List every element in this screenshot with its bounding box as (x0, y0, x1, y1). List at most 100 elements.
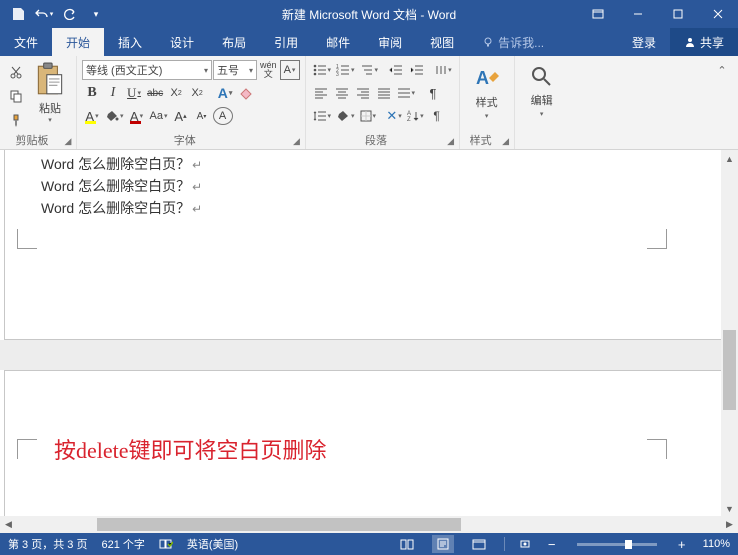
language-indicator[interactable]: 英语(美国) (187, 536, 238, 552)
grow-font-button[interactable]: A▴ (171, 106, 191, 126)
borders-button[interactable] (358, 106, 379, 126)
scroll-right-button[interactable]: ▶ (721, 516, 738, 533)
change-case-button[interactable]: Aa (148, 106, 170, 126)
reveal-formatting-button[interactable]: ¶ (427, 106, 447, 126)
spell-check-status[interactable] (159, 538, 173, 550)
text-effects-button[interactable]: A (215, 83, 235, 103)
increase-indent-button[interactable] (407, 60, 427, 80)
char-border-button[interactable]: A (280, 60, 300, 80)
tab-view[interactable]: 视图 (416, 28, 468, 56)
login-button[interactable]: 登录 (618, 28, 670, 56)
close-button[interactable] (698, 0, 738, 28)
svg-text:Z: Z (407, 117, 411, 122)
tab-review[interactable]: 审阅 (364, 28, 416, 56)
text-direction-button[interactable] (433, 60, 454, 80)
find-icon (529, 64, 555, 90)
scroll-up-button[interactable]: ▲ (721, 150, 738, 167)
save-button[interactable] (6, 2, 30, 26)
word-count[interactable]: 621 个字 (101, 536, 144, 552)
font-color-button[interactable]: A (127, 106, 147, 126)
editing-label: 编辑 (531, 92, 553, 108)
tab-mailings[interactable]: 邮件 (312, 28, 364, 56)
hscroll-track[interactable] (17, 516, 721, 533)
decrease-indent-button[interactable] (386, 60, 406, 80)
shading-button[interactable] (334, 106, 357, 126)
align-center-button[interactable] (332, 83, 352, 103)
read-mode-button[interactable] (396, 535, 418, 553)
sort-button[interactable]: AZ (405, 106, 426, 126)
align-left-button[interactable] (311, 83, 331, 103)
clipboard-dialog-launcher[interactable]: ◢ (62, 135, 74, 147)
outdent-icon (389, 64, 403, 76)
save-icon (11, 7, 25, 21)
scroll-down-button[interactable]: ▼ (721, 500, 738, 517)
doc-line-3[interactable]: Word 怎么删除空白页？↵ (41, 198, 202, 218)
tell-me-search[interactable]: 告诉我... (468, 28, 558, 56)
paste-button[interactable]: 粘贴 ▾ (29, 60, 71, 135)
subscript-button[interactable]: X2 (166, 83, 186, 103)
font-dialog-launcher[interactable]: ◢ (291, 135, 303, 147)
show-marks-button[interactable]: ¶ (423, 83, 443, 103)
tab-references[interactable]: 引用 (260, 28, 312, 56)
minimize-button[interactable] (618, 0, 658, 28)
cut-button[interactable] (5, 62, 27, 82)
zoom-in-button[interactable]: + (675, 537, 689, 552)
char-shading-button[interactable] (103, 106, 126, 126)
tab-layout[interactable]: 布局 (208, 28, 260, 56)
scroll-left-button[interactable]: ◀ (0, 516, 17, 533)
copy-button[interactable] (5, 86, 27, 106)
ribbon-display-options[interactable] (578, 0, 618, 28)
multilevel-list-button[interactable] (358, 60, 381, 80)
maximize-button[interactable] (658, 0, 698, 28)
format-painter-button[interactable] (5, 110, 27, 130)
asian-layout-button[interactable]: ✕ (384, 106, 404, 126)
styles-dialog-launcher[interactable]: ◢ (500, 135, 512, 147)
tab-design[interactable]: 设计 (156, 28, 208, 56)
italic-button[interactable]: I (103, 83, 123, 103)
horizontal-scroll-thumb[interactable] (97, 518, 461, 531)
horizontal-scrollbar[interactable]: ◀ ▶ (0, 516, 738, 533)
print-layout-button[interactable] (432, 535, 454, 553)
editing-button[interactable]: 编辑 ▾ (520, 60, 564, 135)
zoom-level[interactable]: 110% (703, 538, 730, 550)
phonetic-guide-button[interactable]: wén文 (258, 60, 279, 80)
underline-button[interactable]: U (124, 83, 144, 103)
zoom-out-button[interactable]: − (545, 537, 559, 552)
tab-insert[interactable]: 插入 (104, 28, 156, 56)
font-name-combo[interactable]: 等线 (西文正文)▾ (82, 60, 212, 80)
bullets-button[interactable] (311, 60, 334, 80)
macro-record-button[interactable] (519, 538, 531, 550)
shrink-font-button[interactable]: A▾ (192, 106, 212, 126)
distribute-button[interactable] (395, 83, 418, 103)
align-right-button[interactable] (353, 83, 373, 103)
doc-line-1[interactable]: Word 怎么删除空白页？↵ (41, 154, 202, 174)
tab-home[interactable]: 开始 (52, 28, 104, 56)
qat-customize[interactable]: ▾ (84, 2, 108, 26)
vertical-scrollbar[interactable]: ▲ ▼ (721, 150, 738, 517)
tab-file[interactable]: 文件 (0, 28, 52, 56)
styles-button[interactable]: A 样式 ▾ (465, 60, 509, 135)
undo-button[interactable]: ▾ (32, 2, 56, 26)
redo-button[interactable] (58, 2, 82, 26)
document-area[interactable]: Word 怎么删除空白页？↵ Word 怎么删除空白页？↵ Word 怎么删除空… (0, 150, 738, 533)
web-layout-button[interactable] (468, 535, 490, 553)
paragraph-dialog-launcher[interactable]: ◢ (445, 135, 457, 147)
bold-button[interactable]: B (82, 83, 102, 103)
enclose-char-button[interactable]: A (213, 107, 233, 125)
page-1-bottom[interactable]: Word 怎么删除空白页？↵ Word 怎么删除空白页？↵ Word 怎么删除空… (4, 150, 738, 340)
collapse-ribbon-button[interactable]: ⌃ (712, 60, 732, 80)
doc-line-2[interactable]: Word 怎么删除空白页？↵ (41, 176, 202, 196)
page-indicator[interactable]: 第 3 页，共 3 页 (8, 536, 87, 552)
share-button[interactable]: 共享 (670, 28, 738, 56)
clear-format-button[interactable] (236, 83, 256, 103)
font-size-combo[interactable]: 五号▾ (213, 60, 257, 80)
zoom-slider-thumb[interactable] (625, 540, 632, 549)
strikethrough-button[interactable]: abc (145, 83, 165, 103)
vertical-scroll-thumb[interactable] (723, 330, 736, 410)
highlight-button[interactable]: A (82, 106, 102, 126)
zoom-slider[interactable] (577, 543, 657, 546)
superscript-button[interactable]: X2 (187, 83, 207, 103)
align-justify-button[interactable] (374, 83, 394, 103)
line-spacing-button[interactable] (311, 106, 334, 126)
numbering-button[interactable]: 123 (334, 60, 357, 80)
